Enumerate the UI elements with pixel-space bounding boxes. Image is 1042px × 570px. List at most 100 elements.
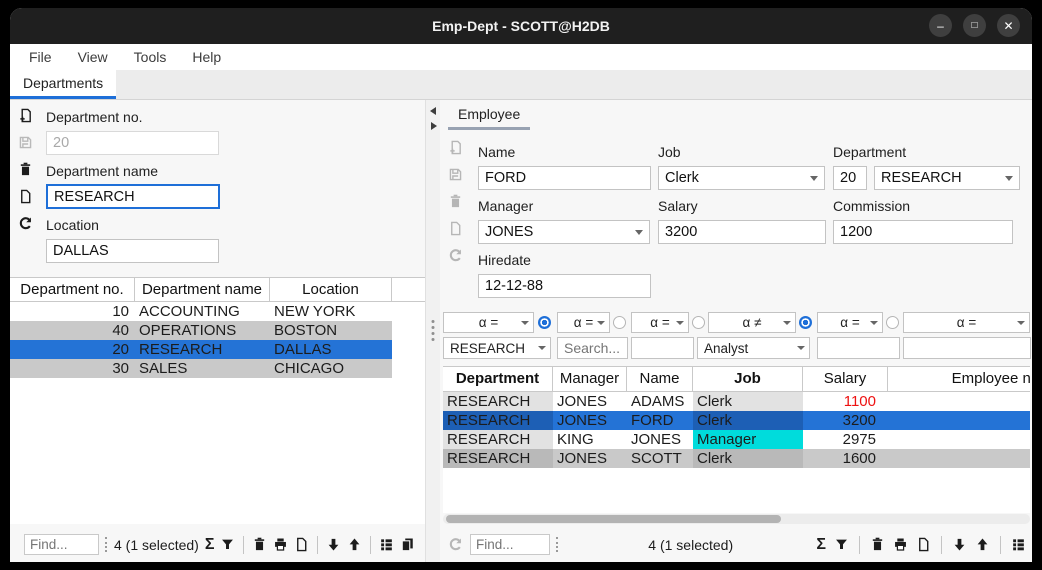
filter-value-department[interactable]: RESEARCH [443,337,551,359]
name-field[interactable] [478,166,651,190]
delete-record-icon[interactable] [448,194,463,209]
dept-no-field[interactable] [833,166,867,190]
hiredate-field[interactable] [478,274,651,298]
delete-icon[interactable] [870,537,885,552]
move-down-icon[interactable] [326,537,341,552]
tab-employee[interactable]: Employee [448,100,530,130]
location-field[interactable] [46,239,219,263]
collapse-left-icon[interactable] [430,107,436,115]
list-icon[interactable] [1011,537,1026,552]
chevron-down-icon [783,321,791,325]
chevron-down-icon [810,176,818,181]
col-employee-no[interactable]: Employee no. [888,367,1030,391]
menu-file[interactable]: File [29,49,52,65]
sum-icon[interactable]: Σ [205,537,215,552]
table-row-selected[interactable]: RESEARCH JONES FORD Clerk 3200 [443,411,1030,430]
filter-radio-salary[interactable] [886,316,899,329]
filter-value-salary[interactable] [817,337,900,359]
refresh-icon[interactable] [18,216,33,231]
filter-icon[interactable] [220,537,235,552]
menu-tools[interactable]: Tools [134,49,167,65]
refresh-icon[interactable] [448,248,463,263]
employee-record-toolbar [448,140,463,263]
insert-record-icon[interactable] [18,108,33,123]
table-row[interactable]: RESEARCH KING JONES Manager 2975 [443,430,1030,449]
filter-radio-name[interactable] [692,316,705,329]
copy-record-icon[interactable] [448,221,463,236]
window-controls: – □ ✕ [929,14,1020,37]
documents-icon[interactable] [400,537,415,552]
filter-value-manager[interactable] [557,337,628,359]
col-salary[interactable]: Salary [803,367,888,391]
col-empty[interactable] [392,278,425,301]
filter-value-name[interactable] [631,337,694,359]
col-job[interactable]: Job [693,367,803,391]
col-dept-no[interactable]: Department no. [10,278,135,301]
move-down-icon[interactable] [952,537,967,552]
col-dept-name[interactable]: Department name [135,278,270,301]
insert-record-icon[interactable] [448,140,463,155]
filter-op-job[interactable]: α ≠ [708,312,796,333]
table-row-selected[interactable]: 20 RESEARCH DALLAS [10,340,392,359]
table-row[interactable]: 40 OPERATIONS BOSTON [10,321,392,340]
menu-help[interactable]: Help [192,49,221,65]
move-up-icon[interactable] [975,537,990,552]
copy-icon[interactable] [916,537,931,552]
divider-grip-icon[interactable] [432,320,435,341]
filter-op-salary[interactable]: α = [817,312,883,333]
filter-icon[interactable] [834,537,849,552]
job-combo[interactable]: Clerk [658,166,825,190]
collapse-right-icon[interactable] [431,122,437,130]
refresh-icon[interactable] [448,537,463,552]
save-icon[interactable] [448,167,463,182]
horizontal-scrollbar[interactable] [443,514,1030,524]
col-manager[interactable]: Manager [553,367,627,391]
salary-field[interactable] [658,220,826,244]
table-row[interactable]: 30 SALES CHICAGO [10,359,392,378]
copy-icon[interactable] [294,537,309,552]
filter-op-employee-no[interactable]: α = [903,312,1030,333]
minimize-button[interactable]: – [929,14,952,37]
split-divider[interactable] [425,100,440,562]
col-department[interactable]: Department [443,367,553,391]
department-combo[interactable]: RESEARCH [874,166,1020,190]
sum-icon[interactable]: Σ [816,537,826,552]
filter-value-job[interactable]: Analyst [697,337,810,359]
app-window: Emp-Dept - SCOTT@H2DB – □ ✕ File View To… [10,8,1032,562]
delete-icon[interactable] [252,537,267,552]
maximize-button[interactable]: □ [963,14,986,37]
print-icon[interactable] [273,537,288,552]
print-icon[interactable] [893,537,908,552]
copy-record-icon[interactable] [18,189,33,204]
filter-value-employee-no[interactable] [903,337,1031,359]
table-row[interactable]: RESEARCH JONES ADAMS Clerk 1100 [443,392,1030,411]
save-icon[interactable] [18,135,33,150]
move-up-icon[interactable] [347,537,362,552]
separator [243,536,244,554]
scrollbar-thumb[interactable] [446,515,781,523]
separator [556,537,558,552]
table-row[interactable]: 10 ACCOUNTING NEW YORK [10,302,392,321]
table-row[interactable]: RESEARCH JONES SCOTT Clerk 1600 [443,449,1030,468]
manager-combo[interactable]: JONES [478,220,650,244]
col-location[interactable]: Location [270,278,392,301]
tab-departments[interactable]: Departments [10,70,116,99]
filter-radio-department[interactable] [538,316,551,329]
find-input[interactable] [24,534,99,555]
close-button[interactable]: ✕ [997,14,1020,37]
list-icon[interactable] [379,537,394,552]
find-input[interactable] [470,534,550,555]
filter-op-manager[interactable]: α = [557,312,610,333]
filter-radio-job[interactable] [799,316,812,329]
filter-op-name[interactable]: α = [631,312,689,333]
menu-view[interactable]: View [78,49,108,65]
dept-name-field[interactable] [46,184,220,209]
title-bar[interactable]: Emp-Dept - SCOTT@H2DB – □ ✕ [10,8,1032,44]
commission-field[interactable] [833,220,1013,244]
filter-radio-manager[interactable] [613,316,626,329]
chevron-down-icon [870,321,878,325]
col-name[interactable]: Name [627,367,693,391]
dept-no-field[interactable] [46,131,219,155]
delete-record-icon[interactable] [18,162,33,177]
filter-op-department[interactable]: α = [443,312,534,333]
